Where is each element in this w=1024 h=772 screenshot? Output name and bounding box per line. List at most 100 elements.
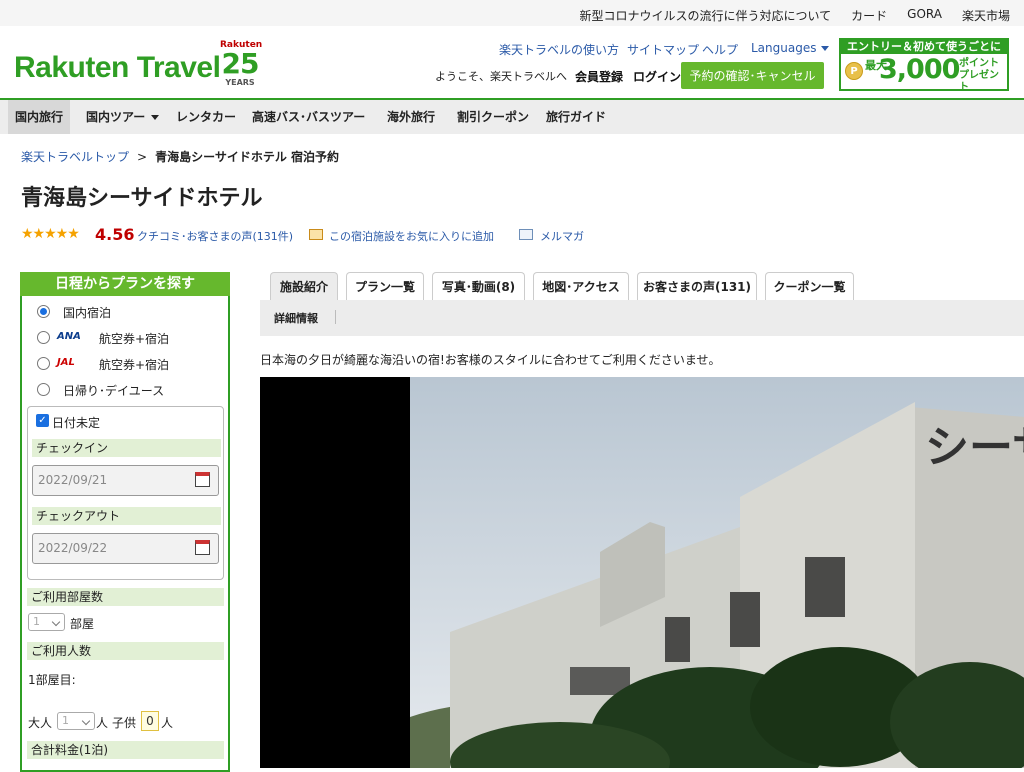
utility-bar: 新型コロナウイルスの流行に伴う対応について カード GORA 楽天市場 (0, 0, 1024, 26)
anniv-years: YEARS (225, 78, 255, 87)
promo-points: ポイント プレゼント (959, 58, 1007, 94)
covid-notice-link[interactable]: 新型コロナウイルスの流行に伴う対応について (580, 7, 832, 24)
child-label: 子供 (112, 716, 137, 730)
sidebar-heading: 日程からプランを探す (20, 272, 230, 296)
chevron-down-icon (151, 115, 160, 120)
breadcrumb-home[interactable]: 楽天トラベルトップ (21, 150, 129, 164)
utility-links: 新型コロナウイルスの流行に伴う対応について カード GORA 楽天市場 (560, 7, 1011, 24)
checkin-label: チェックイン (32, 439, 221, 457)
how-to-use-link[interactable]: 楽天トラベルの使い方 (499, 41, 619, 58)
global-nav: 国内旅行 国内ツアー レンタカー 高速バス･バスツアー 海外旅行 割引クーポン … (0, 98, 1024, 134)
gora-link[interactable]: GORA (907, 7, 942, 24)
rating-row: ★★★★★ 4.56 クチコミ･お客さまの声(131件) この宿泊施設をお気に入… (21, 225, 721, 246)
gnav-overseas[interactable]: 海外旅行 (380, 100, 442, 134)
promo-top-text: エントリー＆初めて使うごとに (841, 40, 1007, 54)
gnav-domestic[interactable]: 国内旅行 (8, 100, 71, 134)
tab-map[interactable]: 地図･アクセス (533, 272, 629, 300)
room1-label: 1部屋目: (28, 673, 76, 687)
date-box: ✓ 日付未定 チェックイン 2022/09/21 チェックアウト 2022/09… (27, 406, 224, 580)
radio-jal[interactable] (37, 357, 50, 370)
date-undecided-label: 日付未定 (52, 416, 101, 430)
calendar-icon[interactable] (195, 472, 210, 487)
checkin-value: 2022/09/21 (38, 473, 108, 487)
gnav-coupon[interactable]: 割引クーポン (450, 100, 536, 134)
site-header: Rakuten Travel Rakuten 25 YEARS 楽天トラベルの使… (0, 26, 1024, 98)
gnav-bus[interactable]: 高速バス･バスツアー (245, 100, 372, 134)
point-coin-icon: P (845, 62, 863, 80)
ana-logo-icon: ANA (57, 331, 81, 342)
subtab-details[interactable]: 詳細情報 (274, 310, 318, 326)
rooms-unit: 部屋 (70, 617, 95, 631)
hotel-name: 青海島シーサイドホテル (21, 186, 263, 211)
calendar-icon[interactable] (195, 540, 210, 555)
star-rating-icon: ★★★★★ (21, 226, 80, 242)
child-unit: 人 (161, 716, 174, 730)
radio-dayuse[interactable] (37, 383, 50, 396)
promo-points-word: ポイント (959, 58, 999, 69)
sitemap-link[interactable]: サイトマップ (627, 41, 699, 58)
hotel-building-image: シーサ (410, 377, 1024, 768)
gnav-rentacar[interactable]: レンタカー (169, 100, 243, 134)
rakuten-travel-logo[interactable]: Rakuten Travel (14, 51, 221, 85)
checkout-input[interactable]: 2022/09/22 (32, 533, 219, 564)
facility-tabs: 施設紹介 プラン一覧 写真･動画(8) 地図･アクセス お客さまの声(131) … (268, 272, 1024, 300)
card-link[interactable]: カード (851, 7, 887, 24)
rooms-label: ご利用部屋数 (27, 588, 224, 606)
option-dayuse-label: 日帰り･デイユース (63, 384, 165, 398)
promo-amount: 3,000 (879, 54, 960, 85)
promo-present-word: プレゼント (959, 70, 999, 93)
checkout-label: チェックアウト (32, 507, 221, 525)
gnav-domestic-tour[interactable]: 国内ツアー (79, 100, 166, 134)
checkin-input[interactable]: 2022/09/21 (32, 465, 219, 496)
hotel-sign: シーサ (925, 422, 1024, 473)
radio-domestic[interactable] (37, 305, 50, 318)
chevron-down-icon (821, 46, 830, 51)
breadcrumb-sep: > (137, 150, 148, 164)
anniv-number: 25 (221, 47, 260, 80)
breadcrumb-current: 青海島シーサイドホテル 宿泊予約 (155, 150, 340, 164)
option-jal-label: 航空券+宿泊 (99, 358, 170, 372)
add-favorite-link[interactable]: この宿泊施設をお気に入りに追加 (329, 228, 494, 244)
radio-ana[interactable] (37, 331, 50, 344)
plan-search-sidebar: 日程からプランを探す 国内宿泊 ANA 航空券+宿泊 JAL 航空券+宿泊 日帰… (20, 272, 230, 772)
window (805, 557, 845, 617)
favorite-folder-icon (309, 229, 323, 240)
tab-facility[interactable]: 施設紹介 (270, 272, 338, 300)
reviews-link[interactable]: クチコミ･お客さまの声(131件) (137, 228, 293, 244)
reservation-confirm-button[interactable]: 予約の確認･キャンセル (681, 62, 824, 89)
help-link[interactable]: ヘルプ (702, 41, 738, 58)
mail-icon (519, 229, 533, 240)
rating-score: 4.56 (95, 225, 135, 244)
guests-label: ご利用人数 (27, 642, 224, 660)
jal-logo-icon: JAL (57, 357, 75, 368)
tab-coupons[interactable]: クーポン一覧 (765, 272, 854, 300)
window (665, 617, 690, 662)
window (730, 592, 760, 647)
login-link[interactable]: ログイン (633, 68, 681, 85)
register-link[interactable]: 会員登録 (575, 68, 623, 85)
tab-plans[interactable]: プラン一覧 (346, 272, 424, 300)
tab-photos[interactable]: 写真･動画(8) (432, 272, 525, 300)
breadcrumb: 楽天トラベルトップ > 青海島シーサイドホテル 宿泊予約 (21, 148, 339, 165)
adult-label: 大人 (28, 716, 53, 730)
child-input[interactable]: 0 (141, 711, 159, 731)
option-domestic-label: 国内宿泊 (63, 306, 112, 320)
adult-select[interactable]: 1 (57, 712, 95, 730)
rooms-select[interactable]: 1 (28, 613, 65, 631)
date-undecided-checkbox[interactable]: ✓ (36, 414, 49, 427)
tab-reviews[interactable]: お客さまの声(131) (637, 272, 757, 300)
total-price-label: 合計料金(1泊) (27, 741, 224, 759)
mailmag-link[interactable]: メルマガ (540, 228, 584, 244)
points-promo-banner[interactable]: エントリー＆初めて使うごとに P 最大 3,000 ポイント プレゼント (839, 38, 1009, 94)
welcome-text: ようこそ、楽天トラベルへ (435, 70, 567, 83)
rakuten-ichiba-link[interactable]: 楽天市場 (962, 7, 1010, 24)
subtab-divider (335, 310, 336, 324)
checkout-value: 2022/09/22 (38, 541, 108, 555)
subtab-bar: 詳細情報 (260, 300, 1024, 336)
gnav-domestic-tour-label: 国内ツアー (86, 110, 146, 124)
languages-menu[interactable]: Languages (751, 41, 830, 55)
hotel-description: 日本海の夕日が綺麗な海沿いの宿!お客様のスタイルに合わせてご利用くださいませ。 (260, 353, 721, 367)
gnav-guide[interactable]: 旅行ガイド (539, 100, 613, 134)
languages-label: Languages (751, 41, 817, 55)
hotel-photo[interactable]: シーサ (260, 377, 1024, 768)
